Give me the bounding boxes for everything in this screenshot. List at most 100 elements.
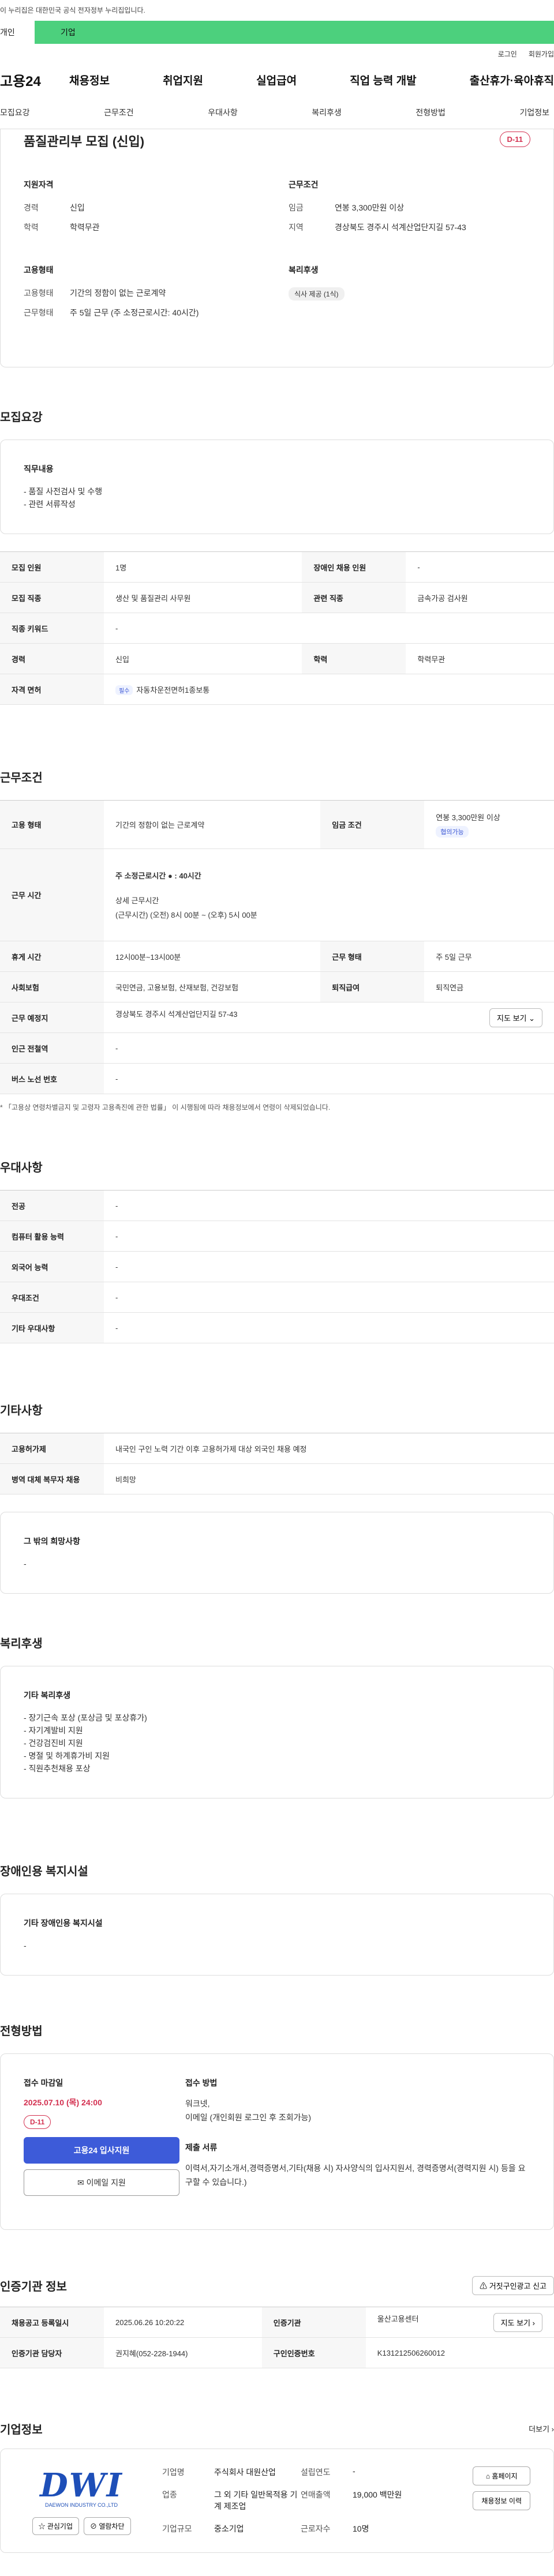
gnb-item-training[interactable]: 직업 능력 개발 [350,72,416,88]
gov-banner: 이 누리집은 대한민국 공식 전자정부 누리집입니다. [0,0,554,21]
duty-line: - 품질 사전검사 및 수행 [24,487,103,496]
welfare-summary-heading: 복리후생 [289,265,319,275]
deadline-heading: 접수 마감일 [24,2078,63,2087]
site-logo[interactable]: 고용24 [0,70,69,90]
subnav-preferences[interactable]: 우대사항 [208,107,238,118]
docs-heading: 제출 서류 [185,2143,218,2152]
cell-value: - [104,1063,554,1094]
company-header: 기업정보 더보기 › [0,2420,554,2437]
staff-label: 근로자수 [301,2524,331,2533]
login-link[interactable]: 로그인 [498,49,517,59]
wage-value: 연봉 3,300만원 이상 [436,813,500,822]
table-row: 직종 키워드 - [0,613,554,644]
gnb-item-jobs[interactable]: 채용정보 [69,72,110,88]
cell-value: K131212506260012 [365,2337,554,2368]
tab-person[interactable]: 개인 [0,21,35,44]
disabled-value: - [24,1941,27,1950]
disabled-heading: 장애인용 복지시설 [0,1865,88,1878]
age-notice: * 「고용상 연령차별금지 및 고령자 고용촉진에 관한 법률」 이 시행됨에 … [0,1103,331,1111]
signup-link[interactable]: 회원가입 [529,49,554,59]
cell-label: 사회보험 [0,971,104,1002]
subnav-welfare[interactable]: 복리후생 [312,107,342,118]
subnav-company[interactable]: 기업정보 [519,107,549,118]
cell-value: 신입 [104,643,302,674]
method-heading: 접수 방법 [185,2078,218,2087]
table-row: 근무 예정지 경상북도 경주시 석계산업단지길 57-43 지도 보기 ⌄ [0,1002,554,1033]
scale-value: 중소기업 [214,2524,244,2533]
block-company-button[interactable]: ⊘ 열람차단 [84,2517,131,2535]
cell-label: 병역 대체 복무자 채용 [0,1463,104,1494]
cell-value: - [406,551,554,583]
cell-label: 인증기관 [261,2307,366,2338]
cert-header: 인증기관 정보 ⚠ 거짓구인광고 신고 [0,2276,554,2295]
cell-value: - [104,1221,554,1252]
apply-button[interactable]: 고용24 입사지원 [24,2137,179,2164]
welfare-line: - 자기계발비 지원 [24,1726,83,1735]
subnav-conditions[interactable]: 근무조건 [104,107,134,118]
cell-value: 기간의 정함이 없는 근로계약 [104,800,321,849]
cell-value: 주 5일 근무 [424,941,554,972]
cell-value: 학력무관 [406,643,554,674]
util-bar: 로그인 회원가입 [0,44,554,63]
table-row: 휴게 시간 12시00분~13시00분 근무 형태 주 5일 근무 [0,941,554,972]
condition-heading: 근무조건 [289,180,319,189]
cell-label: 근무 시간 [0,848,104,941]
condition-block: 근무조건 임금 연봉 3,300만원 이상 지역 경상북도 경주시 석계산업단지길 … [289,179,530,241]
industry-value: 그 외 기타 일반목적용 기계 제조업 [214,2490,298,2511]
employment-heading: 고용형태 [24,265,54,275]
gnb-item-unemployment[interactable]: 실업급여 [256,72,297,88]
career-value: 신입 [70,203,85,212]
apply-card: 접수 마감일 2025.07.10 (목) 24:00 D-11 고용24 입사… [0,2053,554,2230]
table-row: 경력 신입 학력 학력무관 [0,643,554,674]
map-button[interactable]: 지도 보기 ⌄ [489,1008,542,1027]
table-row: 전공 - [0,1190,554,1221]
qualification-heading: 지원자격 [24,180,54,189]
cell-value: - [104,1190,554,1221]
tab-company[interactable]: 기업 [35,21,554,44]
disabled-card: 기타 장애인용 복지시설 - [0,1894,554,1976]
recruit-heading: 모집요강 [0,411,43,424]
cert-map-button[interactable]: 지도 보기 › [493,2312,542,2332]
table-row: 자격 면허 필수 자동차운전면허1종보통 [0,674,554,705]
region-value: 경상북도 경주시 석계산업단지길 57-43 [335,223,466,232]
cell-label: 인증기관 담당자 [0,2337,104,2368]
cell-value: 내국인 구인 노력 기간 이후 고용허가제 대상 외국인 채용 예정 [104,1433,554,1464]
cell-label: 장애인 채용 인원 [302,551,406,583]
company-logo: DWI DAEWON INDUSTRY CO.,LTD ☆ 관심기업 ⊘ 열람차… [24,2466,139,2535]
cell-label: 고용 형태 [0,800,104,849]
table-row: 외국어 능력 - [0,1251,554,1282]
table-row: 기타 우대사항 - [0,1312,554,1343]
job-history-button[interactable]: 채용정보 이력 [473,2491,530,2510]
cell-label: 버스 노선 번호 [0,1063,104,1094]
qualification-block: 지원자격 경력 신입 학력 학력무관 [24,179,265,241]
apply-right: 접수 방법 워크넷, 이메일 (개인회원 로그인 후 조회가능) 제출 서류 이… [185,2077,530,2206]
cell-label: 임금 조건 [320,800,425,849]
wage-label: 임금 [289,203,304,212]
cell-value: 퇴직연금 [424,971,554,1002]
est-value: - [353,2466,355,2476]
favorite-company-button[interactable]: ☆ 관심기업 [32,2517,79,2535]
location-value: 경상북도 경주시 석계산업단지길 57-43 [115,1009,238,1019]
company-more-link[interactable]: 더보기 › [529,2423,554,2434]
method-value-2: 이메일 (개인회원 로그인 후 조회가능) [185,2113,312,2122]
section-nav: 모집요강 근무조건 우대사항 복리후생 전형방법 기업정보 [0,96,554,129]
subnav-recruit[interactable]: 모집요강 [0,107,30,118]
report-button[interactable]: ⚠ 거짓구인광고 신고 [472,2276,554,2295]
scale-label: 기업규모 [162,2524,192,2533]
other-wish-card: 그 밖의 희망사항 - [0,1512,554,1594]
cell-label: 경력 [0,643,104,674]
cell-value: 생산 및 품질관리 사무원 [104,582,302,613]
gnb-item-leave[interactable]: 출산휴가·육아휴직 [470,72,554,88]
global-nav: 고용24 채용정보 취업지원 실업급여 직업 능력 개발 출산휴가·육아휴직 [0,63,554,96]
org-value: 울산고용센터 [377,2314,419,2323]
etc-table: 고용허가제 내국인 구인 노력 기간 이후 고용허가제 대상 외국인 채용 예정 … [0,1433,554,1494]
email-apply-button[interactable]: ✉ 이메일 지원 [24,2169,179,2196]
dday-badge: D-11 [499,132,530,147]
negotiable-badge: 협의가능 [436,826,469,838]
homepage-button[interactable]: ⌂ 홈페이지 [473,2466,530,2485]
subnav-selection[interactable]: 전형방법 [415,107,446,118]
wage-cell: 연봉 3,300만원 이상협의가능 [424,800,554,849]
region-label: 지역 [289,223,304,232]
gnb-item-employment-support[interactable]: 취업지원 [163,72,203,88]
edu-value: 학력무관 [70,223,100,232]
